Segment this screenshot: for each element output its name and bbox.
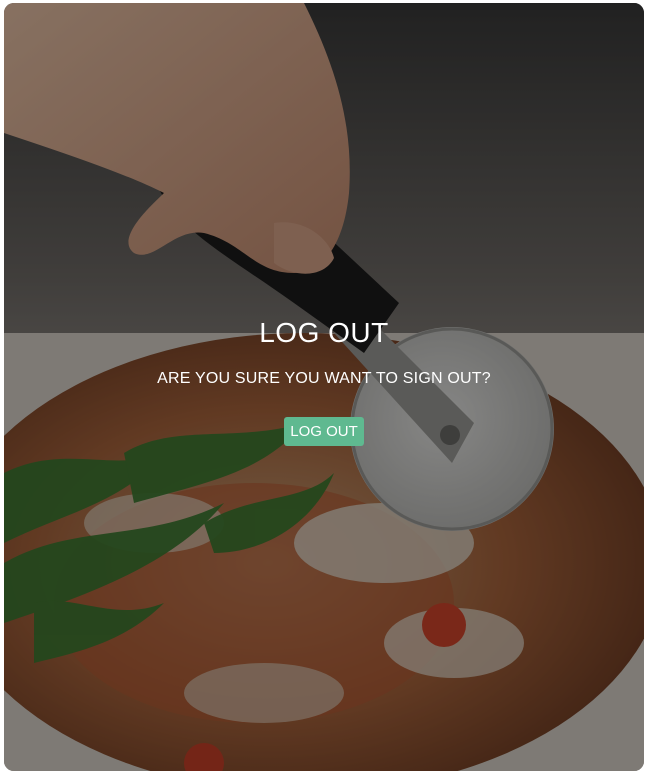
logout-card: LOG OUT ARE YOU SURE YOU WANT TO SIGN OU… [4,3,644,771]
confirmation-message: ARE YOU SURE YOU WANT TO SIGN OUT? [157,370,491,387]
logout-button[interactable]: LOG OUT [284,417,364,446]
logout-dialog: LOG OUT ARE YOU SURE YOU WANT TO SIGN OU… [4,315,644,446]
page-title: LOG OUT [259,317,389,348]
